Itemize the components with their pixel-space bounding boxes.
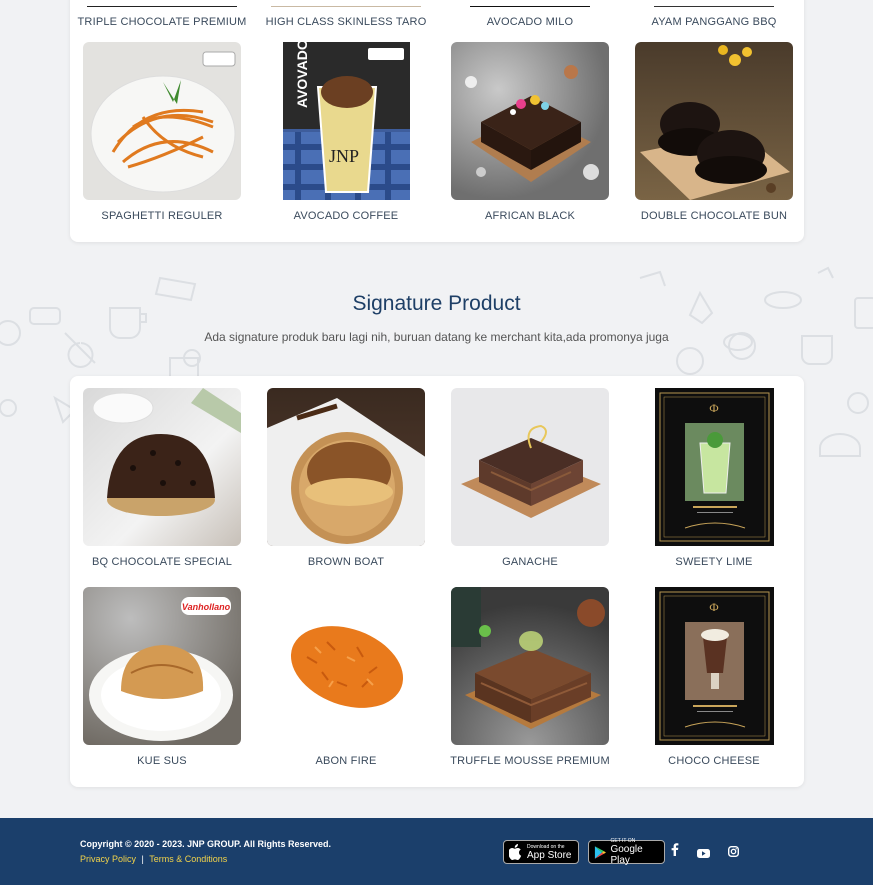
product-card[interactable]: JNP AVOVADO AVOCADO COFFEE: [267, 42, 425, 222]
svg-text:Ф: Ф: [709, 401, 718, 415]
product-card[interactable]: Vanhollano KUE SUS: [83, 587, 241, 767]
brown-boat-photo[interactable]: [267, 388, 425, 546]
google-play-button[interactable]: GET IT ON Google Play: [588, 838, 665, 866]
product-name: AVOCADO COFFEE: [293, 210, 399, 222]
product-name: AFRICAN BLACK: [484, 210, 575, 222]
apple-icon: [509, 844, 522, 860]
product-card[interactable]: Ф CHOCO CHEESE: [635, 587, 793, 767]
svg-text:JNP: JNP: [329, 146, 359, 166]
vanhollano-badge: Vanhollano: [182, 602, 231, 612]
sweety-lime-poster[interactable]: Ф: [654, 388, 774, 546]
african-black-cake-photo[interactable]: [451, 42, 609, 200]
product-name: ABON FIRE: [315, 755, 377, 767]
product-card[interactable]: TRUFFLE MOUSSE PREMIUM: [450, 587, 610, 767]
bq-chocolate-special-photo[interactable]: [83, 388, 241, 546]
youtube-icon[interactable]: [697, 845, 710, 863]
featured-products-card: TRIPLE CHOCOLATE PREMIUM HIGH CLASS SKIN…: [70, 0, 804, 242]
choco-cheese-poster[interactable]: Ф: [654, 587, 774, 745]
section-title: Signature Product: [352, 292, 521, 315]
product-image-edge: [470, 6, 590, 7]
footer-links: Privacy Policy | Terms & Conditions: [80, 854, 227, 864]
product-name: SWEETY LIME: [675, 556, 753, 568]
product-card[interactable]: AVOCADO MILO: [451, 6, 609, 28]
product-card[interactable]: ABON FIRE: [267, 587, 425, 767]
google-play-icon: [594, 845, 607, 859]
app-store-button[interactable]: Download on the App Store: [503, 840, 579, 864]
app-store-small-text: Download on the: [527, 843, 565, 850]
abon-fire-photo[interactable]: [267, 587, 425, 745]
signature-row-2: Vanhollano KUE SUS ABON FIRE TRUFFLE MOU…: [83, 587, 793, 767]
product-name: HIGH CLASS SKINLESS TARO: [265, 16, 427, 28]
product-name: AVOCADO MILO: [486, 16, 574, 28]
featured-row-2: SPAGHETTI REGULER JNP AVOVADO AVOCADO CO…: [83, 42, 793, 222]
product-name: BROWN BOAT: [307, 556, 385, 568]
product-name: SPAGHETTI REGULER: [101, 210, 223, 222]
product-card[interactable]: AYAM PANGGANG BBQ: [635, 6, 793, 28]
spaghetti-photo[interactable]: [83, 42, 241, 200]
product-name: BQ CHOCOLATE SPECIAL: [91, 556, 233, 568]
google-play-big-text: Google Play: [610, 844, 643, 866]
instagram-icon[interactable]: [727, 844, 740, 862]
site-footer: Copyright © 2020 - 2023. JNP GROUP. All …: [0, 818, 873, 885]
product-name: KUE SUS: [137, 755, 187, 767]
privacy-policy-link[interactable]: Privacy Policy: [80, 854, 136, 864]
product-name: DOUBLE CHOCOLATE BUN: [640, 210, 788, 222]
product-name: GANACHE: [502, 556, 558, 568]
facebook-icon[interactable]: [671, 843, 679, 861]
product-card[interactable]: DOUBLE CHOCOLATE BUN: [635, 42, 793, 222]
product-card[interactable]: BROWN BOAT: [267, 388, 425, 568]
terms-link[interactable]: Terms & Conditions: [149, 854, 227, 864]
link-separator: |: [141, 854, 144, 864]
section-subtitle: Ada signature produk baru lagi nih, buru…: [204, 330, 669, 344]
featured-row-1: TRIPLE CHOCOLATE PREMIUM HIGH CLASS SKIN…: [78, 6, 793, 28]
product-name: TRIPLE CHOCOLATE PREMIUM: [77, 16, 247, 28]
product-image-edge: [271, 6, 421, 7]
product-card[interactable]: BQ CHOCOLATE SPECIAL: [83, 388, 241, 568]
double-chocolate-bun-photo[interactable]: [635, 42, 793, 200]
product-name: CHOCO CHEESE: [668, 755, 760, 767]
product-name: TRUFFLE MOUSSE PREMIUM: [450, 755, 610, 767]
avocado-coffee-overlay-text: AVOVADO: [294, 42, 310, 108]
avocado-coffee-photo[interactable]: JNP AVOVADO: [282, 42, 410, 200]
product-name: AYAM PANGGANG BBQ: [651, 16, 777, 28]
product-card[interactable]: HIGH CLASS SKINLESS TARO: [265, 6, 427, 28]
product-card[interactable]: Ф SWEETY LIME: [635, 388, 793, 568]
app-store-big-text: App Store: [527, 849, 572, 861]
product-card[interactable]: TRIPLE CHOCOLATE PREMIUM: [78, 6, 246, 28]
svg-text:Ф: Ф: [709, 600, 718, 614]
product-image-edge: [654, 6, 774, 7]
signature-row-1: BQ CHOCOLATE SPECIAL BROWN BOAT GANACHE …: [83, 388, 793, 568]
product-card[interactable]: SPAGHETTI REGULER: [83, 42, 241, 222]
ganache-cake-photo[interactable]: [451, 388, 609, 546]
product-card[interactable]: GANACHE: [451, 388, 609, 568]
kue-sus-photo[interactable]: Vanhollano: [83, 587, 241, 745]
signature-products-card: BQ CHOCOLATE SPECIAL BROWN BOAT GANACHE …: [70, 376, 804, 787]
truffle-mousse-photo[interactable]: [451, 587, 609, 745]
product-card[interactable]: AFRICAN BLACK: [451, 42, 609, 222]
product-image-edge: [87, 6, 237, 7]
copyright-text: Copyright © 2020 - 2023. JNP GROUP. All …: [80, 839, 332, 849]
